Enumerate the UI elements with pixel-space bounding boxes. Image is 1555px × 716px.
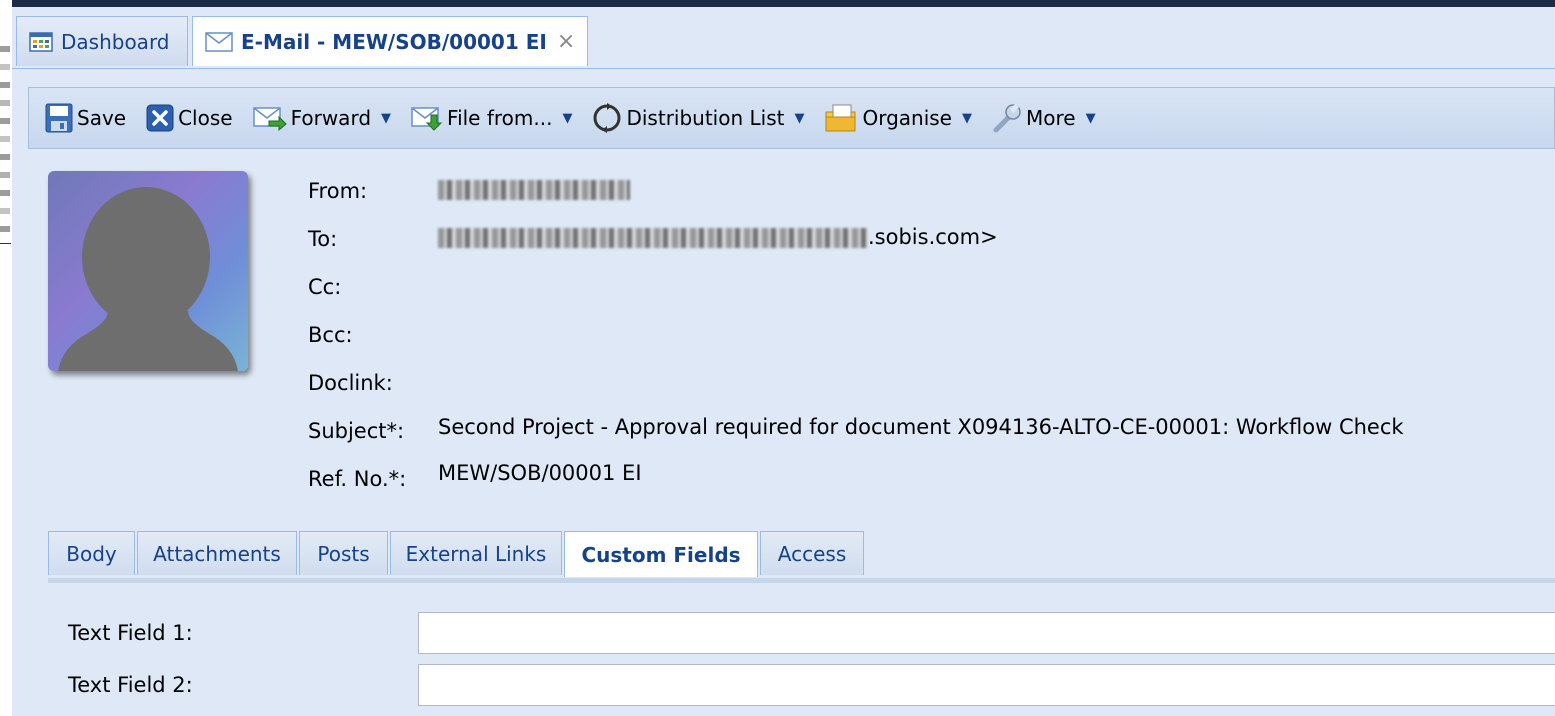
organise-dropdown-icon[interactable]: ▼ <box>962 111 972 126</box>
redacted-recipient <box>438 228 868 248</box>
file-from-button[interactable]: File from... ▼ <box>411 105 572 131</box>
text-field-2-input[interactable] <box>418 664 1555 706</box>
tab-attachments[interactable]: Attachments <box>137 531 297 575</box>
tab-posts[interactable]: Posts <box>299 531 388 575</box>
close-tab-icon[interactable]: × <box>557 29 575 54</box>
detail-tab-bar: Body Attachments Posts External Links Cu… <box>48 531 1555 583</box>
tab-dashboard[interactable]: Dashboard <box>16 16 188 66</box>
tab-dashboard-label: Dashboard <box>61 29 170 54</box>
from-label: From: <box>308 179 368 203</box>
redacted-sender <box>438 180 630 200</box>
circular-arrows-icon <box>592 103 622 133</box>
ref-value: MEW/SOB/00001 EI <box>438 461 642 485</box>
from-value <box>438 177 630 201</box>
forward-dropdown-icon[interactable]: ▼ <box>381 111 391 126</box>
distribution-list-button[interactable]: Distribution List ▼ <box>592 103 804 133</box>
save-button[interactable]: Save <box>45 103 126 133</box>
email-toolbar: Save Close Forward ▼ File from... ▼ Dist… <box>28 87 1555 149</box>
ref-label: Ref. No.*: <box>308 467 407 491</box>
folder-icon <box>824 103 858 133</box>
close-icon <box>146 104 174 132</box>
sender-avatar <box>48 171 248 371</box>
subject-label: Subject*: <box>308 419 405 443</box>
text-field-1-label: Text Field 1: <box>68 621 193 645</box>
more-button[interactable]: More ▼ <box>992 103 1096 133</box>
save-label: Save <box>77 106 127 130</box>
tab-email-label: E-Mail - MEW/SOB/00001 EI <box>241 29 547 54</box>
dashboard-icon <box>29 31 53 52</box>
cc-label: Cc: <box>308 275 342 299</box>
distribution-list-label: Distribution List <box>626 106 785 130</box>
tab-custom-fields[interactable]: Custom Fields <box>564 531 758 577</box>
file-mail-icon <box>411 105 443 131</box>
more-dropdown-icon[interactable]: ▼ <box>1086 111 1096 126</box>
tab-body[interactable]: Body <box>48 531 135 575</box>
close-button[interactable]: Close <box>146 104 233 132</box>
forward-button[interactable]: Forward ▼ <box>252 105 391 131</box>
forward-mail-icon <box>252 105 287 131</box>
tab-email[interactable]: E-Mail - MEW/SOB/00001 EI × <box>192 16 588 66</box>
to-value-suffix: .sobis.com> <box>868 225 998 249</box>
close-label: Close <box>178 106 233 130</box>
subject-value: Second Project - Approval required for d… <box>438 415 1404 439</box>
email-window: Dashboard E-Mail - MEW/SOB/00001 EI × Sa… <box>12 0 1555 716</box>
file-from-label: File from... <box>447 106 553 130</box>
organise-label: Organise <box>862 106 952 130</box>
forward-label: Forward <box>290 106 372 130</box>
wrench-icon <box>992 103 1022 133</box>
bcc-label: Bcc: <box>308 323 353 347</box>
file-from-dropdown-icon[interactable]: ▼ <box>562 111 572 126</box>
to-value: .sobis.com> <box>438 225 998 249</box>
tab-external-links[interactable]: External Links <box>390 531 562 575</box>
text-field-1-input[interactable] <box>418 612 1555 654</box>
envelope-icon <box>205 31 233 52</box>
text-field-2-label: Text Field 2: <box>68 673 193 697</box>
more-label: More <box>1026 106 1076 130</box>
doclink-label: Doclink: <box>308 371 393 395</box>
floppy-disk-icon <box>45 103 73 133</box>
person-silhouette-icon <box>58 187 238 371</box>
document-tab-strip: Dashboard E-Mail - MEW/SOB/00001 EI × <box>12 16 1555 69</box>
tab-access[interactable]: Access <box>760 531 864 575</box>
to-label: To: <box>308 227 338 251</box>
distribution-list-dropdown-icon[interactable]: ▼ <box>794 111 804 126</box>
organise-button[interactable]: Organise ▼ <box>824 103 972 133</box>
